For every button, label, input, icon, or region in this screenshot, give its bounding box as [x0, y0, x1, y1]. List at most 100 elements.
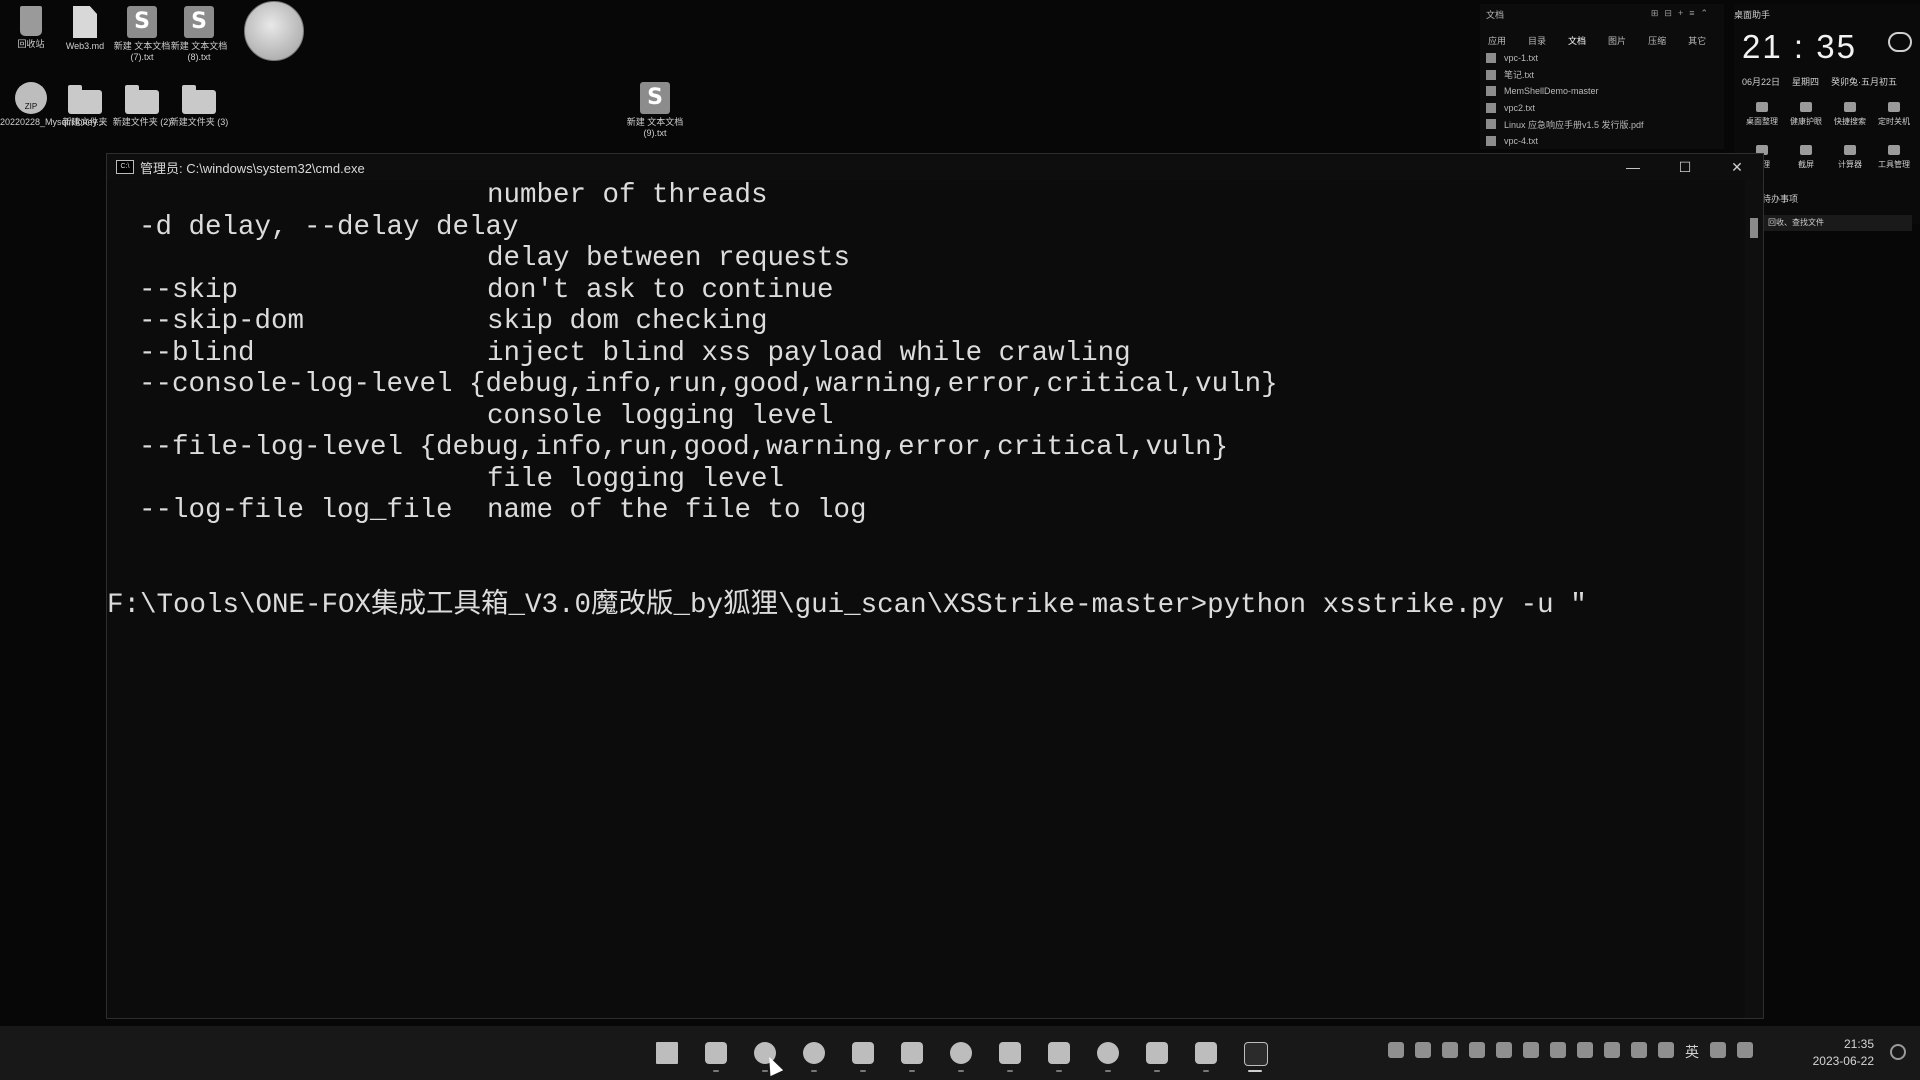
recycle-bin-icon	[20, 6, 42, 36]
tray-app-icon[interactable]	[1388, 1042, 1404, 1058]
desktop-icon-text-8[interactable]: S 新建 文本文档 (8).txt	[168, 6, 230, 63]
window-titlebar[interactable]: C:\ 管理员: C:\windows\system32\cmd.exe — ☐…	[107, 154, 1763, 180]
quick-action-eye-care[interactable]: 健康护眼	[1784, 102, 1828, 127]
taskbar-app-cmd[interactable]	[1236, 1034, 1274, 1072]
quick-action-calculator[interactable]: 计算器	[1828, 145, 1872, 170]
quick-action-label: 计算器	[1838, 160, 1862, 169]
text-file-icon	[1486, 53, 1496, 64]
calculator-icon	[901, 1042, 923, 1064]
desktop-icon-web3-md[interactable]: Web3.md	[54, 6, 116, 52]
widget-tab[interactable]: 目录	[1528, 34, 1546, 47]
list-item[interactable]: vpc-4.txt	[1486, 133, 1644, 150]
quick-action-desktop-organize[interactable]: 桌面整理	[1740, 102, 1784, 127]
maximize-button[interactable]: ☐	[1659, 154, 1711, 180]
input-language-indicator[interactable]: 英	[1685, 1042, 1699, 1060]
photos-icon	[1195, 1042, 1217, 1064]
tray-monitor-icon[interactable]	[1550, 1042, 1566, 1058]
cmd-icon	[1244, 1042, 1268, 1066]
widget-tab-active[interactable]: 文档	[1568, 34, 1586, 47]
volume-icon[interactable]	[1737, 1042, 1753, 1058]
list-item[interactable]: vpc-1.txt	[1486, 50, 1644, 67]
sublime-text-file-icon: S	[127, 6, 157, 38]
widget-title: 桌面助手	[1734, 10, 1771, 20]
desktop-icon-text-7[interactable]: S 新建 文本文档 (7).txt	[111, 6, 173, 63]
quick-action-shutdown-timer[interactable]: 定时关机	[1872, 102, 1916, 127]
taskbar-time: 21:35	[1843, 1037, 1874, 1051]
desktop-icon-label: 新建文件夹	[62, 117, 108, 127]
vertical-scrollbar[interactable]	[1745, 180, 1763, 1018]
desktop-icon-folder-2[interactable]: 新建文件夹 (2)	[111, 82, 173, 128]
list-item[interactable]: MemShellDemo-master	[1486, 83, 1644, 100]
tray-shield-icon[interactable]	[1442, 1042, 1458, 1058]
tray-app-icon[interactable]	[1523, 1042, 1539, 1058]
widget-tab[interactable]: 应用	[1488, 34, 1506, 47]
quick-action-search[interactable]: 快捷搜索	[1828, 102, 1872, 127]
taskbar-app-feather[interactable]	[991, 1034, 1029, 1072]
taskbar-app-editor[interactable]	[1138, 1034, 1176, 1072]
taskbar-app-steam[interactable]	[942, 1034, 980, 1072]
window-title: 管理员: C:\windows\system32\cmd.exe	[140, 160, 365, 176]
scrollbar-thumb[interactable]	[1750, 218, 1758, 238]
todo-item[interactable]: 回收、查找文件	[1762, 215, 1912, 231]
taskbar-app-file-explorer[interactable]	[697, 1034, 735, 1072]
file-name: MemShellDemo-master	[1504, 86, 1599, 97]
tray-app-icon[interactable]	[1469, 1042, 1485, 1058]
widget-toolbar[interactable]: ⊞⊟+≡⌃	[1651, 8, 1714, 19]
clock-lunar-date: 癸卯兔·五月初五	[1831, 77, 1898, 87]
desktop-organize-icon	[1756, 102, 1768, 112]
close-button[interactable]: ✕	[1711, 154, 1763, 180]
desktop-icon-zip-archive[interactable]: ZIP 20220228_Mysql/Honey...	[0, 82, 104, 128]
taskbar: 英 21:35 2023-06-22	[0, 1026, 1920, 1080]
desktop-icon-folder[interactable]: 新建文件夹	[54, 82, 116, 128]
taskbar-clock[interactable]: 21:35 2023-06-22	[1813, 1036, 1874, 1070]
text-file-icon	[1486, 69, 1496, 80]
quick-action-tool-manager[interactable]: 工具管理	[1872, 145, 1916, 170]
weather-cloud-icon[interactable]	[1888, 32, 1912, 52]
window-controls: — ☐ ✕	[1607, 154, 1763, 180]
taskbar-apps	[648, 1034, 1274, 1072]
widget-tabs: 应用 目录 文档 图片 压缩 其它	[1488, 34, 1706, 47]
tray-usb-icon[interactable]	[1631, 1042, 1647, 1058]
microphone-icon[interactable]	[1658, 1042, 1674, 1058]
option-description: don't ask to continue	[487, 274, 834, 306]
console-output[interactable]: number of threads -d delay, --delay dela…	[107, 180, 1745, 1018]
desktop-icon-recycle-bin[interactable]: 回收站	[0, 6, 62, 50]
minimize-button[interactable]: —	[1607, 154, 1659, 180]
taskbar-app-photos[interactable]	[1187, 1034, 1225, 1072]
cmd-icon: C:\	[116, 160, 134, 174]
desktop-icon-folder-3[interactable]: 新建文件夹 (3)	[168, 82, 230, 128]
sublime-text-file-icon: S	[640, 82, 670, 114]
taskbar-app-calculator[interactable]	[893, 1034, 931, 1072]
list-item[interactable]: vpc2.txt	[1486, 100, 1644, 117]
taskbar-app-notes[interactable]	[844, 1034, 882, 1072]
taskbar-app-globe[interactable]	[1089, 1034, 1127, 1072]
widget-tab[interactable]: 压缩	[1648, 34, 1666, 47]
desktop-icon-text-9[interactable]: S 新建 文本文档 (9).txt	[624, 82, 686, 139]
running-indicator	[1154, 1070, 1160, 1072]
desktop-icon-label: 新建 文本文档 (8).txt	[170, 41, 228, 62]
quick-action-screenshot[interactable]: 截屏	[1784, 145, 1828, 170]
text-file-icon	[1486, 135, 1496, 146]
sublime-text-file-icon: S	[184, 6, 214, 38]
running-indicator	[1248, 1070, 1262, 1072]
tray-camera-icon[interactable]	[1415, 1042, 1431, 1058]
list-item[interactable]: Linux 应急响应手册v1.5 发行版.pdf	[1486, 116, 1644, 133]
tray-gear-icon[interactable]	[1496, 1042, 1512, 1058]
option-flag: --file-log-level {debug,info,run,good,wa…	[139, 432, 1229, 463]
widget-tab[interactable]: 其它	[1688, 34, 1706, 47]
widget-tab[interactable]: 图片	[1608, 34, 1626, 47]
markdown-file-icon	[73, 6, 97, 38]
notification-moon-icon[interactable]	[1890, 1044, 1906, 1060]
list-item[interactable]: 笔记.txt	[1486, 67, 1644, 84]
tray-app-icon[interactable]	[1577, 1042, 1593, 1058]
clock-weekday: 星期四	[1792, 77, 1820, 87]
desktop-icon-label: 回收站	[17, 39, 45, 49]
taskbar-app-browser[interactable]	[795, 1034, 833, 1072]
tray-app-icon[interactable]	[1604, 1042, 1620, 1058]
network-icon[interactable]	[1710, 1042, 1726, 1058]
desktop-avatar-image[interactable]	[244, 1, 304, 61]
running-indicator	[860, 1070, 866, 1072]
taskbar-start-button[interactable]	[648, 1034, 686, 1072]
taskbar-app-terminal[interactable]	[1040, 1034, 1078, 1072]
power-icon	[1888, 102, 1900, 112]
